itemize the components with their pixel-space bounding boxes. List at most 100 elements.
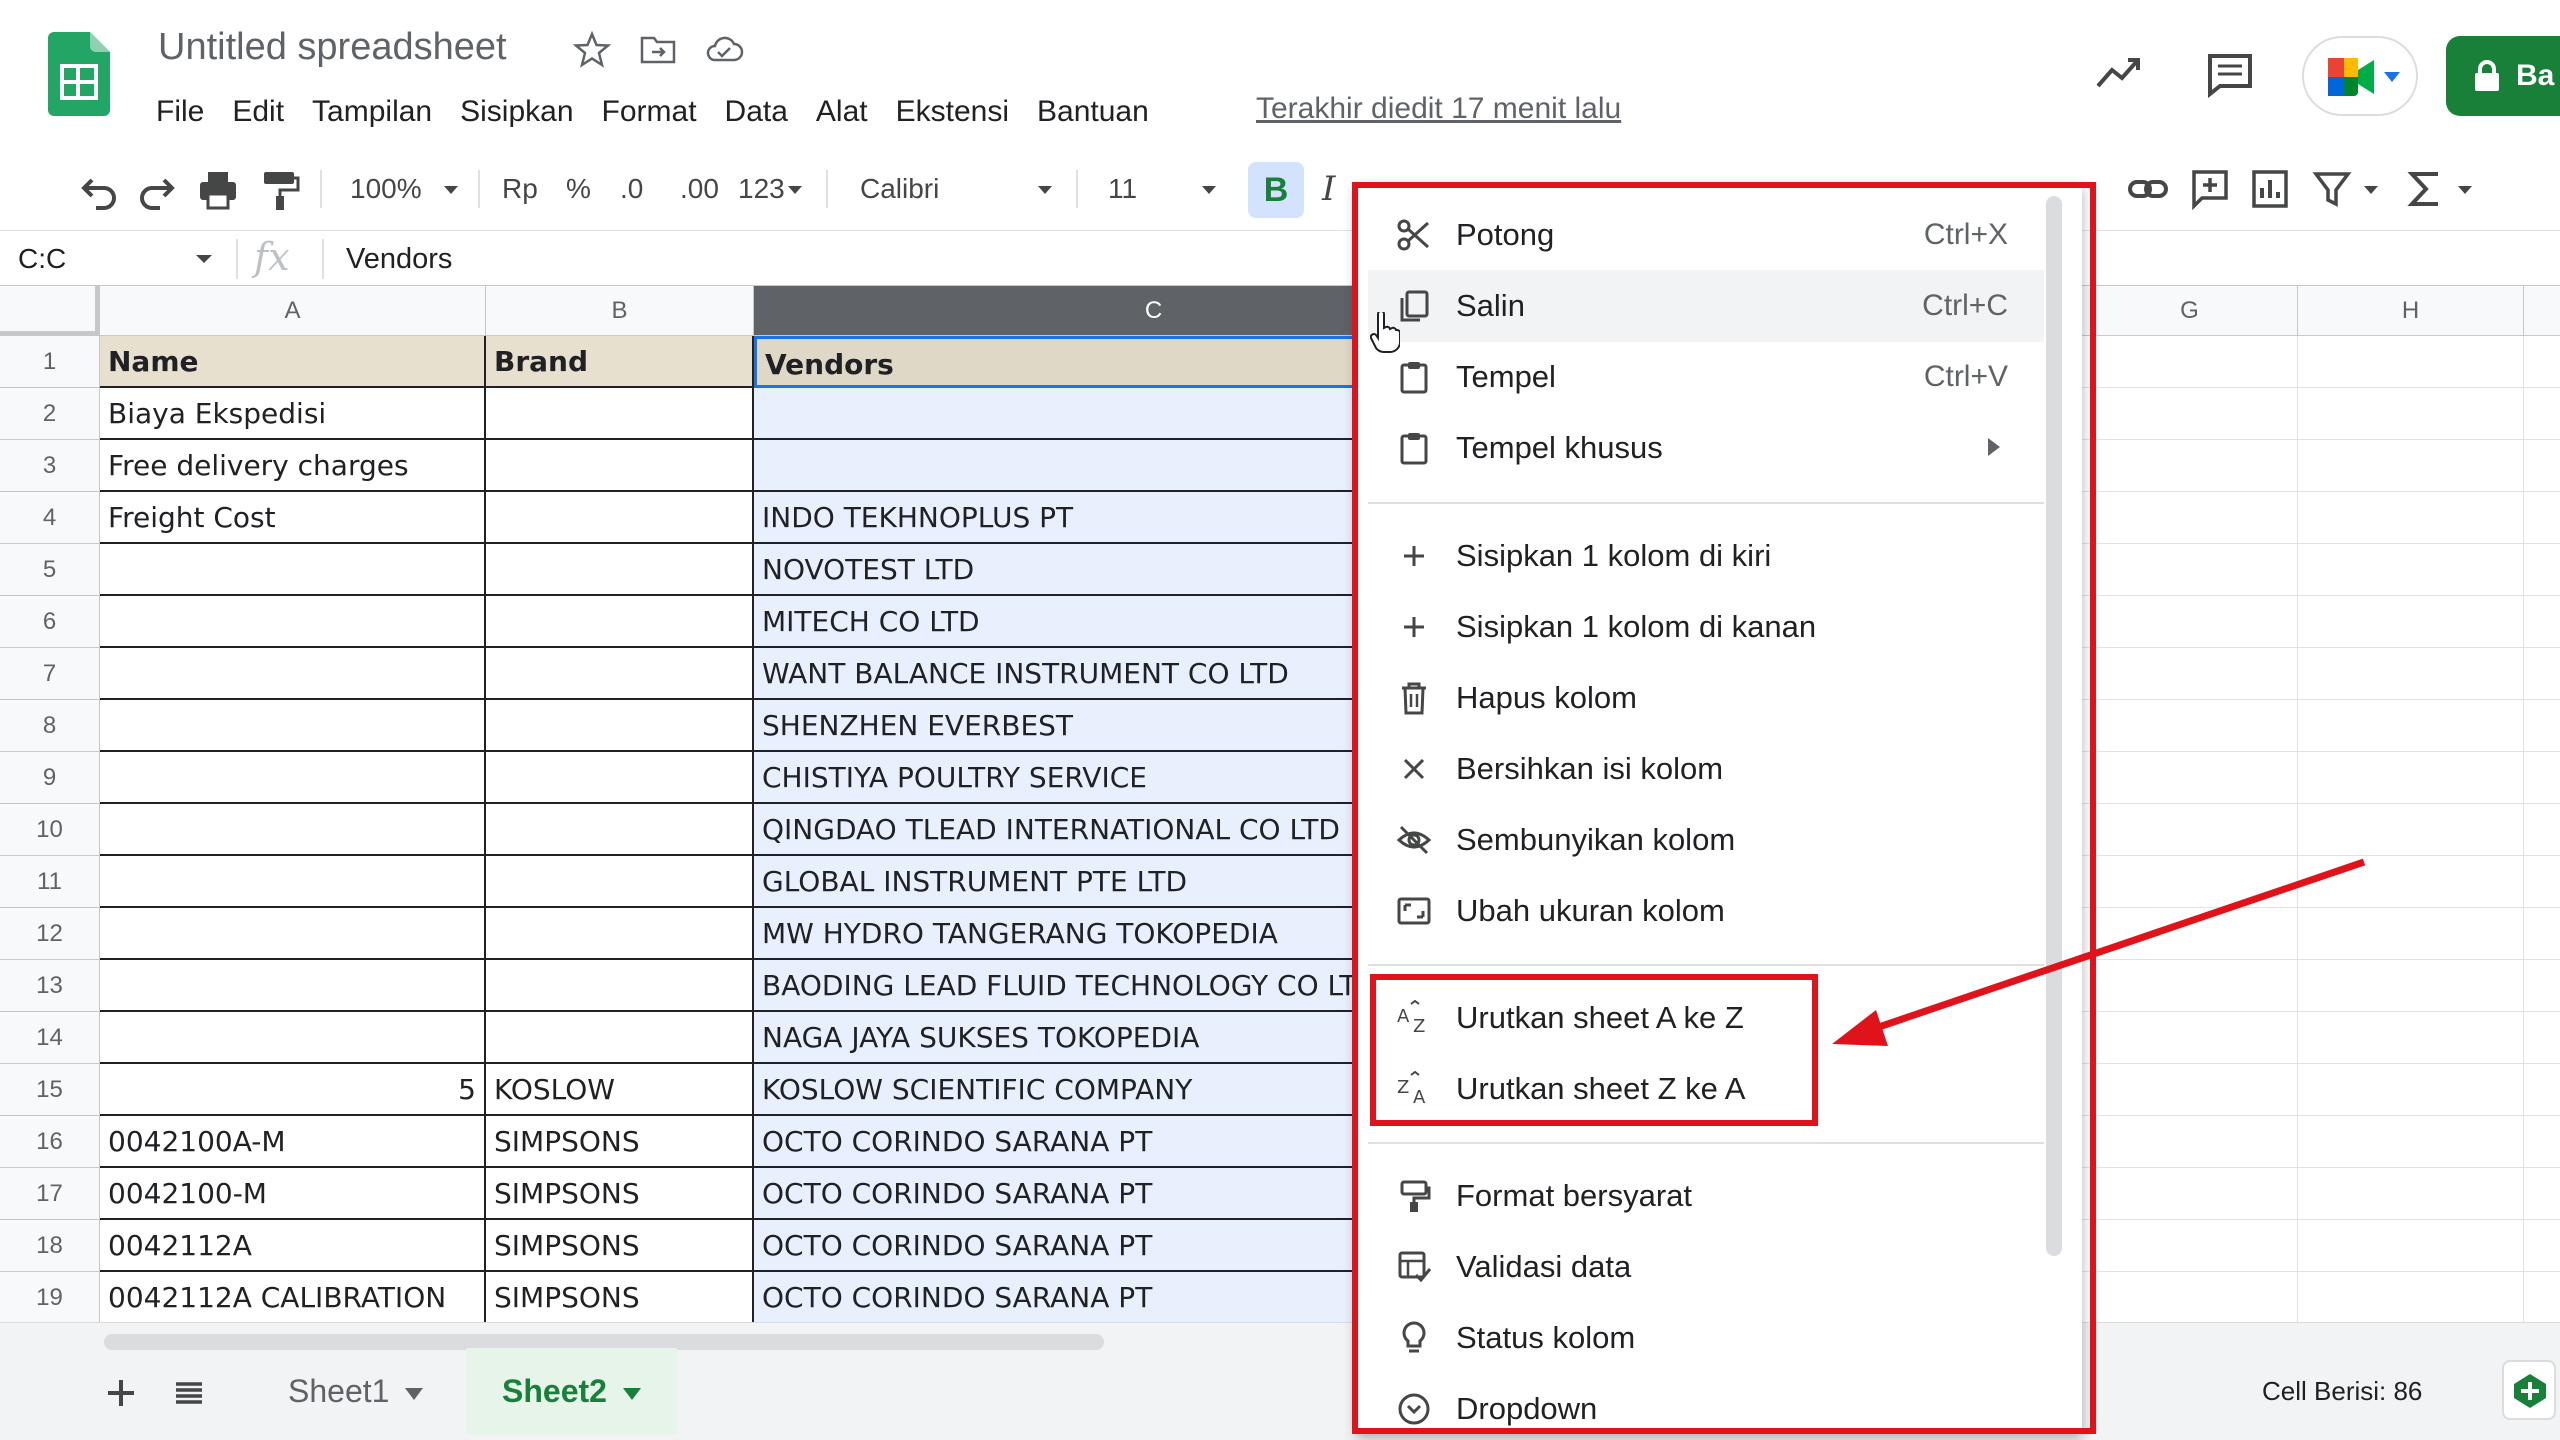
menu-tools[interactable]: Alat <box>802 90 882 134</box>
empty-cell[interactable] <box>2524 1064 2560 1116</box>
insert-comment-icon[interactable] <box>2188 166 2232 212</box>
empty-cell[interactable] <box>2524 336 2560 388</box>
cloud-saved-icon[interactable] <box>704 30 744 70</box>
increase-decimal-button[interactable]: .00 <box>680 166 719 212</box>
column-header-next[interactable] <box>2524 286 2560 336</box>
empty-cell[interactable] <box>2082 1012 2298 1064</box>
menu-help[interactable]: Bantuan <box>1023 90 1163 134</box>
filter-icon[interactable] <box>2310 166 2354 212</box>
trend-icon[interactable] <box>2092 48 2144 100</box>
empty-cell[interactable] <box>2298 440 2524 492</box>
redo-icon[interactable] <box>136 166 180 212</box>
sheet-tab-sheet1[interactable]: Sheet1 <box>252 1348 459 1434</box>
empty-cell[interactable] <box>2524 492 2560 544</box>
row-header[interactable]: 13 <box>0 960 100 1012</box>
menu-item-hide-column[interactable]: Sembunyikan kolom <box>1368 804 2044 876</box>
insert-chart-icon[interactable] <box>2248 166 2292 212</box>
cell-b[interactable] <box>486 960 754 1012</box>
share-button[interactable]: Ba <box>2446 36 2560 116</box>
menu-item-paste-special[interactable]: Tempel khusus <box>1368 412 2044 484</box>
column-header-a[interactable]: A <box>100 286 486 336</box>
menu-scrollbar[interactable] <box>2046 196 2062 1256</box>
empty-cell[interactable] <box>2082 440 2298 492</box>
cell-b[interactable]: SIMPSONS <box>486 1272 754 1322</box>
percent-format-button[interactable]: % <box>566 166 591 212</box>
menu-item-insert-column-right[interactable]: Sisipkan 1 kolom di kanan <box>1368 591 2044 663</box>
menu-item-delete-column[interactable]: Hapus kolom <box>1368 662 2044 734</box>
bold-button[interactable]: B <box>1248 162 1304 218</box>
empty-cell[interactable] <box>2082 596 2298 648</box>
empty-cell[interactable] <box>2298 752 2524 804</box>
empty-cell[interactable] <box>2082 544 2298 596</box>
cell-b[interactable] <box>486 856 754 908</box>
empty-cell[interactable] <box>2524 388 2560 440</box>
row-header[interactable]: 17 <box>0 1168 100 1220</box>
empty-cell[interactable] <box>2524 440 2560 492</box>
row-header[interactable]: 19 <box>0 1272 100 1322</box>
status-summary[interactable]: Cell Berisi: 86 <box>2262 1376 2422 1407</box>
empty-cell[interactable] <box>2082 856 2298 908</box>
empty-cell[interactable] <box>2524 596 2560 648</box>
column-header-h[interactable]: H <box>2298 286 2524 336</box>
menu-edit[interactable]: Edit <box>218 90 298 134</box>
empty-cell[interactable] <box>2082 1272 2298 1322</box>
cell-a[interactable]: Name <box>100 336 486 388</box>
empty-cell[interactable] <box>2082 388 2298 440</box>
row-header[interactable]: 12 <box>0 908 100 960</box>
empty-cell[interactable] <box>2298 804 2524 856</box>
row-header[interactable]: 2 <box>0 388 100 440</box>
row-header[interactable]: 6 <box>0 596 100 648</box>
empty-cell[interactable] <box>2524 648 2560 700</box>
more-formats-button[interactable]: 123 <box>738 166 785 212</box>
empty-cell[interactable] <box>2524 1272 2560 1322</box>
cell-b[interactable] <box>486 1012 754 1064</box>
menu-item-conditional-format[interactable]: Format bersyarat <box>1368 1160 2044 1232</box>
undo-icon[interactable] <box>76 166 120 212</box>
font-size-select[interactable]: 11 <box>1108 166 1137 212</box>
cell-b[interactable] <box>486 388 754 440</box>
cell-b[interactable]: SIMPSONS <box>486 1220 754 1272</box>
print-icon[interactable] <box>196 166 240 212</box>
spreadsheet-grid[interactable]: A B C G H 1 Name Brand Vendors 2 Biaya Eksped… <box>0 286 2560 1322</box>
menu-format[interactable]: Format <box>588 90 711 134</box>
menu-extensions[interactable]: Ekstensi <box>882 90 1023 134</box>
meet-button[interactable] <box>2302 36 2418 116</box>
menu-item-sort-a-z[interactable]: AZ Urutkan sheet A ke Z <box>1368 982 2044 1054</box>
empty-cell[interactable] <box>2082 1220 2298 1272</box>
row-header[interactable]: 5 <box>0 544 100 596</box>
cell-a[interactable]: 0042112A <box>100 1220 486 1272</box>
menu-insert[interactable]: Sisipkan <box>446 90 587 134</box>
chevron-down-icon[interactable] <box>1200 166 1218 212</box>
currency-format-button[interactable]: Rp <box>502 166 538 212</box>
insert-link-icon[interactable] <box>2126 166 2170 212</box>
empty-cell[interactable] <box>2082 700 2298 752</box>
empty-cell[interactable] <box>2298 700 2524 752</box>
chevron-down-icon[interactable] <box>442 166 460 212</box>
menu-item-insert-column-left[interactable]: Sisipkan 1 kolom di kiri <box>1368 520 2044 592</box>
row-header[interactable]: 4 <box>0 492 100 544</box>
cell-a[interactable] <box>100 700 486 752</box>
cell-b[interactable] <box>486 596 754 648</box>
cell-a[interactable]: 0042100A-M <box>100 1116 486 1168</box>
empty-cell[interactable] <box>2524 752 2560 804</box>
empty-cell[interactable] <box>2524 908 2560 960</box>
cell-b[interactable] <box>486 544 754 596</box>
cell-a[interactable]: Free delivery charges <box>100 440 486 492</box>
empty-cell[interactable] <box>2082 1064 2298 1116</box>
empty-cell[interactable] <box>2298 596 2524 648</box>
empty-cell[interactable] <box>2298 960 2524 1012</box>
row-header[interactable]: 14 <box>0 1012 100 1064</box>
document-title[interactable]: Untitled spreadsheet <box>158 26 507 69</box>
empty-cell[interactable] <box>2082 752 2298 804</box>
empty-cell[interactable] <box>2298 544 2524 596</box>
italic-button[interactable]: I <box>1322 166 1335 212</box>
cell-b[interactable] <box>486 700 754 752</box>
menu-item-copy[interactable]: Salin Ctrl+C <box>1368 270 2044 342</box>
cell-b[interactable] <box>486 648 754 700</box>
menu-item-clear-column[interactable]: Bersihkan isi kolom <box>1368 733 2044 805</box>
row-header[interactable]: 7 <box>0 648 100 700</box>
cell-a[interactable] <box>100 804 486 856</box>
menu-item-dropdown[interactable]: Dropdown <box>1368 1373 2044 1434</box>
sheet-tab-sheet2[interactable]: Sheet2 <box>466 1348 677 1434</box>
row-header[interactable]: 9 <box>0 752 100 804</box>
